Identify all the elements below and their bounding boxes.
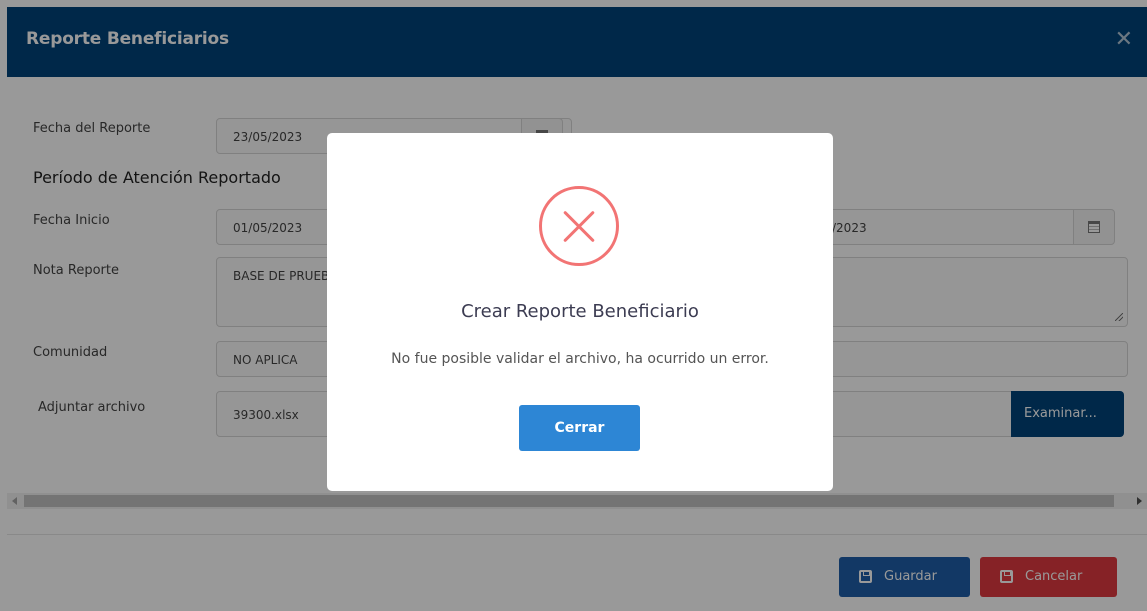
- alert-message: No fue posible validar el archivo, ha oc…: [391, 351, 769, 367]
- cerrar-button[interactable]: Cerrar: [519, 405, 640, 451]
- error-alert-dialog: Crear Reporte Beneficiario No fue posibl…: [327, 133, 833, 491]
- alert-title: Crear Reporte Beneficiario: [461, 301, 699, 322]
- error-x-icon: [539, 186, 619, 266]
